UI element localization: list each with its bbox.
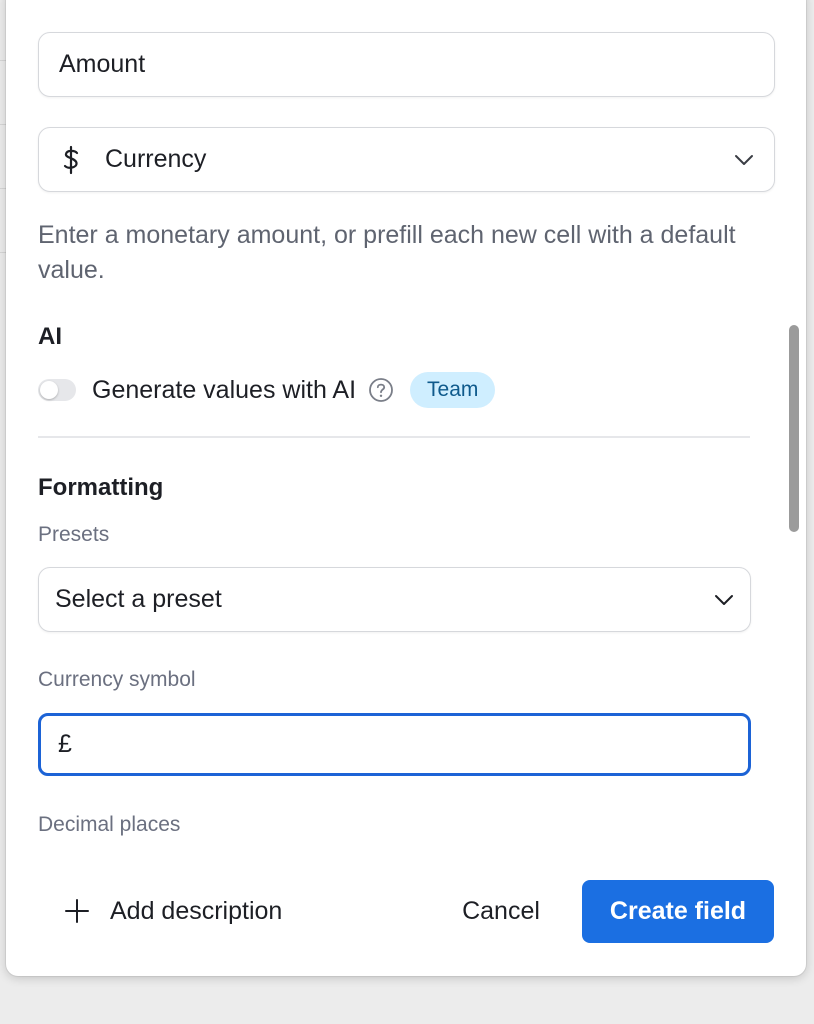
ai-generate-row: Generate values with AI Team <box>38 370 496 410</box>
toggle-knob <box>40 381 58 399</box>
add-description-button[interactable]: Add description <box>64 878 282 944</box>
field-type-description: Enter a monetary amount, or prefill each… <box>38 221 736 284</box>
preset-select-value: Select a preset <box>55 585 222 613</box>
section-divider <box>38 436 750 438</box>
field-type-label: Currency <box>105 145 207 173</box>
currency-symbol-value: £ <box>58 730 72 758</box>
plus-icon <box>65 899 89 923</box>
presets-label: Presets <box>38 523 110 546</box>
field-name-input[interactable]: Amount <box>38 32 775 97</box>
dollar-icon <box>63 145 79 174</box>
dialog-footer: Add description Cancel Create field <box>6 878 806 946</box>
ai-generate-label: Generate values with AI <box>92 375 357 404</box>
chevron-down-icon <box>715 594 733 605</box>
ai-section-title: AI <box>38 323 62 350</box>
field-name-value: Amount <box>59 50 146 78</box>
field-type-select[interactable]: Currency <box>38 127 775 192</box>
decimal-places-label: Decimal places <box>38 813 181 836</box>
question-circle-icon[interactable] <box>368 377 394 403</box>
preset-select[interactable]: Select a preset <box>38 567 751 632</box>
create-field-dialog: Amount Currency Enter a monetary amount,… <box>6 0 806 976</box>
ai-generate-toggle[interactable] <box>38 379 76 401</box>
formatting-section-title: Formatting <box>38 474 164 501</box>
create-field-button[interactable]: Create field <box>582 880 774 943</box>
cancel-button[interactable]: Cancel <box>446 878 556 944</box>
currency-symbol-input[interactable]: £ <box>38 713 751 776</box>
team-plan-badge: Team <box>410 372 496 408</box>
currency-symbol-label: Currency symbol <box>38 668 196 691</box>
scrollbar-thumb[interactable] <box>789 325 799 532</box>
chevron-down-icon <box>735 154 753 165</box>
add-description-label: Add description <box>110 896 283 925</box>
